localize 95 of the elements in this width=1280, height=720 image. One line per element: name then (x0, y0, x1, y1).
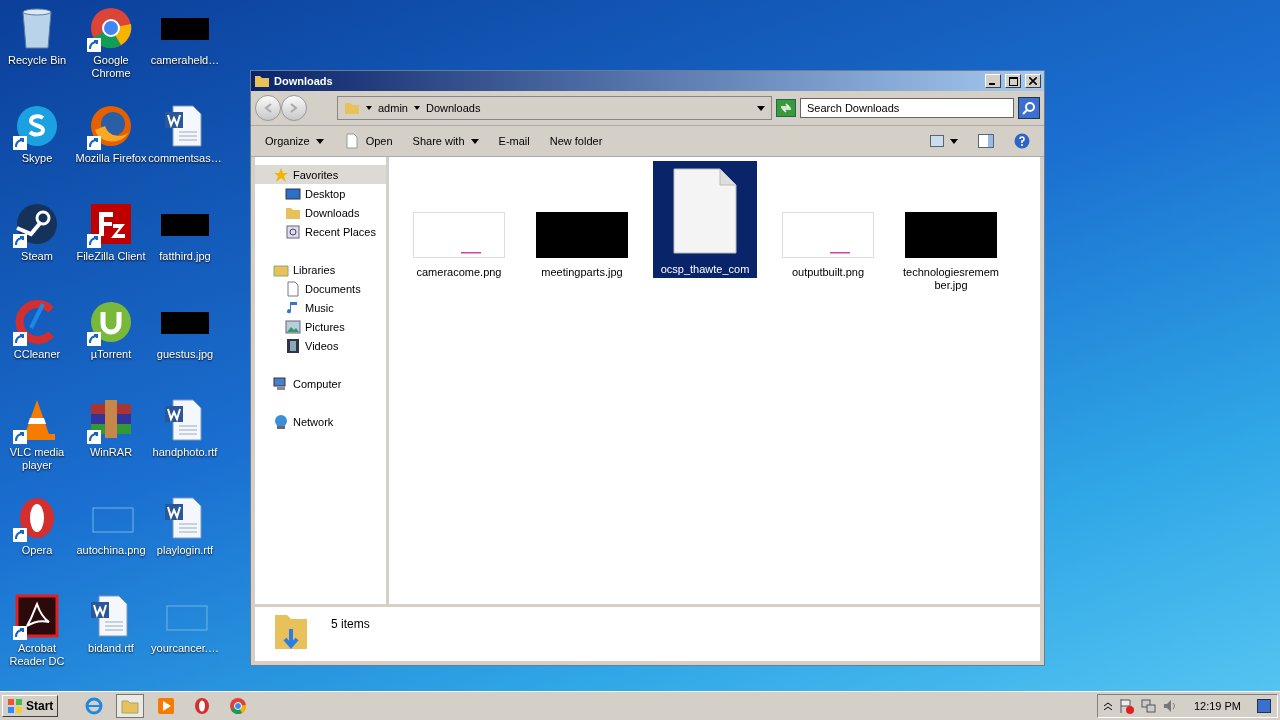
toolbar-button[interactable]: Organize (257, 133, 332, 149)
desktop-icon-label[interactable]: cameraheld… (148, 54, 222, 67)
desktop-icon-label[interactable]: fatthird.jpg (148, 250, 222, 263)
desktop-icon-label[interactable]: yourcancer.… (148, 642, 222, 655)
toolbar-button[interactable]: Open (335, 131, 401, 151)
desktop-icon-label[interactable]: CCleaner (0, 348, 74, 361)
thumbnail-icon (782, 212, 874, 258)
flag-icon (1117, 698, 1134, 714)
refresh-button[interactable] (776, 99, 796, 117)
file-item[interactable]: outputbuilt.png (776, 206, 880, 281)
nav-item[interactable]: Network (255, 412, 386, 431)
desktop-icon-label[interactable]: Skype (0, 152, 74, 165)
close-icon (1029, 77, 1037, 85)
desktop-icon-label[interactable]: Mozilla Firefox (74, 152, 148, 165)
file-item[interactable]: technologiesremember.jpg (899, 206, 1003, 294)
breadcrumb[interactable]: Downloads (413, 102, 481, 114)
desktop-icon-label[interactable]: FileZilla Client (74, 250, 148, 263)
desktop-icon-label[interactable]: Google Chrome (74, 54, 148, 80)
thumbnail-icon (536, 212, 628, 258)
document-icon (285, 280, 301, 297)
media-player-icon (157, 697, 176, 715)
nav-item[interactable]: Music (255, 298, 386, 317)
desktop-icon-label[interactable]: playlogin.rtf (148, 544, 222, 557)
start-button[interactable]: Start (2, 695, 59, 717)
search-button[interactable] (1018, 97, 1040, 119)
help-icon (1014, 133, 1030, 149)
toolbar-button[interactable]: New folder (541, 133, 611, 149)
thumbnail-icon (905, 212, 997, 258)
windows-logo-icon (7, 698, 23, 714)
maximize-button[interactable] (1005, 74, 1021, 88)
refresh-icon (780, 103, 792, 113)
show-desktop-button[interactable] (1257, 699, 1271, 713)
pictures-icon (285, 318, 301, 335)
nav-item[interactable]: Videos (255, 336, 386, 355)
clock[interactable]: 12:19 PM (1193, 700, 1241, 712)
document-icon (672, 167, 738, 255)
caret-icon (366, 106, 372, 110)
speaker-icon (1161, 698, 1178, 714)
caret-icon (413, 106, 420, 110)
dropdown-arrow-icon (757, 105, 765, 111)
nav-item[interactable]: Downloads (255, 203, 386, 222)
desktop-icon-label[interactable]: autochina.png (74, 544, 148, 557)
desktop-icon-label[interactable]: µTorrent (74, 348, 148, 361)
desktop-icon-label[interactable]: handphoto.rtf (148, 446, 222, 459)
maximize-icon (1008, 76, 1018, 86)
desktop-icon-label[interactable]: Recycle Bin (0, 54, 74, 67)
nav-item[interactable]: Recent Places (255, 222, 386, 241)
document-icon (343, 133, 360, 149)
caret-icon (950, 138, 958, 144)
folder-icon (344, 100, 360, 116)
close-button[interactable] (1025, 74, 1041, 88)
address-bar[interactable]: admin Downloads (337, 96, 772, 120)
window-title: Downloads (274, 75, 334, 87)
view-icon (930, 135, 944, 147)
folder-icon (121, 697, 140, 715)
chrome-icon (229, 697, 248, 715)
file-item[interactable]: cameracome.png (407, 206, 511, 281)
network-icon (273, 413, 289, 430)
item-count: 5 items (331, 617, 370, 631)
search-field[interactable]: Search Downloads (800, 98, 1014, 118)
opera-icon (193, 697, 212, 715)
star-icon (273, 166, 289, 183)
thumbnail-icon (413, 212, 505, 258)
nav-item[interactable]: Libraries (255, 260, 386, 279)
desktop-icon (285, 185, 301, 202)
computer-icon (273, 375, 289, 392)
desktop-icon-label[interactable]: Acrobat Reader DC (0, 642, 74, 668)
toolbar-button[interactable]: E-mail (490, 133, 538, 149)
file-item[interactable]: meetingparts.jpg (530, 206, 634, 281)
desktop-icon-label[interactable]: WinRAR (74, 446, 148, 459)
desktop-icon-label[interactable]: VLC media player (0, 446, 74, 472)
recent-places-icon (285, 223, 301, 240)
taskbar-button[interactable] (116, 694, 145, 718)
toolbar-button[interactable]: Share with (404, 133, 487, 149)
search-icon (1022, 101, 1036, 115)
preview-pane-icon (978, 134, 994, 148)
breadcrumb[interactable]: admin (366, 102, 408, 114)
nav-item[interactable]: Favorites (255, 165, 386, 184)
nav-item[interactable]: Documents (255, 279, 386, 298)
desktop-icon-label[interactable]: commentsas… (148, 152, 222, 165)
minimize-button[interactable] (985, 74, 1001, 88)
film-icon (285, 337, 301, 354)
internet-explorer-icon (85, 697, 104, 715)
desktop-icon-label[interactable]: bidand.rtf (74, 642, 148, 655)
nav-item[interactable]: Computer (255, 374, 386, 393)
desktop-icon-label[interactable]: guestus.jpg (148, 348, 222, 361)
desktop-icon-label[interactable]: Steam (0, 250, 74, 263)
acrobat-icon (13, 592, 61, 640)
nav-item[interactable]: Desktop (255, 184, 386, 203)
nav-item[interactable]: Pictures (255, 317, 386, 336)
desktop-icon-label[interactable]: Opera (0, 544, 74, 557)
folder-icon (254, 73, 270, 89)
network-icon (1139, 698, 1156, 714)
file-item[interactable]: ocsp_thawte_com (653, 161, 757, 278)
chevron-up-icon (1103, 702, 1112, 710)
